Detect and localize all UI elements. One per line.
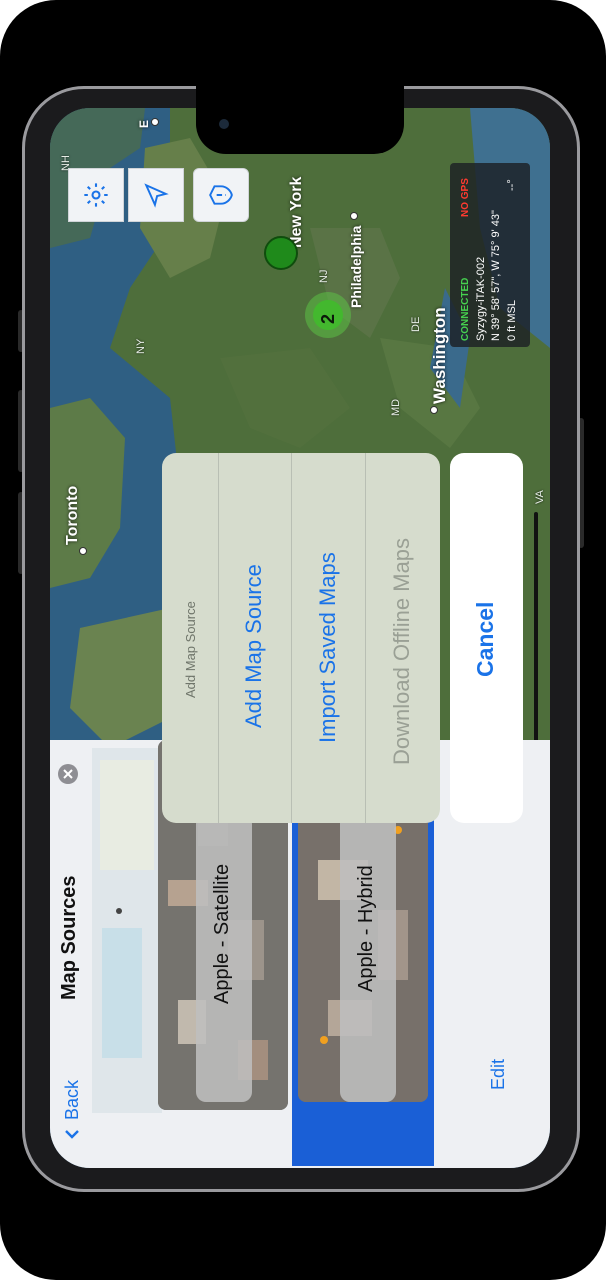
state-label: VA [534, 490, 546, 504]
app-screen: E NH NJ NY DE MD VA New York Philadelphi… [50, 108, 550, 1168]
cluster-marker[interactable]: 2 [305, 292, 351, 338]
phone-frame: E NH NJ NY DE MD VA New York Philadelphi… [0, 0, 606, 1280]
cluster-count: 2 [318, 313, 338, 324]
settings-button[interactable] [68, 168, 124, 222]
map-label-e: E [137, 119, 151, 128]
action-sheet-title-row: Add Map Source [162, 453, 219, 823]
action-sheet: Add Map Source Add Map Source Import Sav… [162, 453, 440, 823]
front-camera [219, 119, 229, 129]
cancel-label: Cancel [472, 601, 498, 677]
city-label-toronto: Toronto [64, 485, 81, 545]
source-label-card: Apple - Hybrid [340, 812, 396, 1102]
option-label: Download Offline Maps [389, 537, 414, 765]
coordinates: N 39° 58' 57", W 75° 9' 43" [490, 210, 502, 341]
close-icon [63, 769, 73, 779]
city-dot-washington [430, 406, 438, 414]
callsign: Syzygy-iTAK-002 [475, 256, 487, 341]
download-offline-maps-option[interactable]: Download Offline Maps [366, 453, 440, 823]
city-label-washington: Washington [430, 307, 449, 404]
map-scale-bar [534, 512, 538, 772]
state-label: NJ [318, 269, 330, 283]
heading-readout: --° [506, 179, 518, 191]
add-map-source-option[interactable]: Add Map Source [219, 453, 292, 823]
action-sheet-title: Add Map Source [183, 601, 198, 698]
self-location-marker[interactable] [264, 236, 298, 270]
state-label: NY [135, 338, 147, 354]
location-arrow-icon [144, 183, 169, 208]
locate-button[interactable] [128, 168, 184, 222]
city-dot-e [151, 118, 159, 126]
city-label-philadelphia: Philadelphia [348, 225, 364, 308]
city-dot-toronto [79, 547, 87, 555]
status-panel: CONNECTED NO GPS Syzygy-iTAK-002 N 39° 5… [450, 163, 530, 347]
alert-button[interactable] [193, 168, 249, 222]
state-label: DE [410, 316, 422, 332]
shield-alert-icon [209, 185, 233, 205]
back-label: Back [62, 1079, 82, 1120]
back-button[interactable]: Back [56, 1040, 88, 1150]
gps-status: NO GPS [460, 178, 471, 217]
import-saved-maps-option[interactable]: Import Saved Maps [292, 453, 366, 823]
map-source-label: Apple - Hybrid [355, 865, 377, 992]
gear-icon [84, 183, 108, 207]
city-dot-philadelphia [350, 212, 358, 220]
option-label: Import Saved Maps [315, 552, 340, 743]
panel-search-preview [92, 748, 162, 1113]
map-source-label: Apple - Satellite [211, 863, 233, 1004]
source-label-card: Apple - Satellite [196, 814, 252, 1102]
city-label-new-york: New York [288, 176, 305, 248]
screenshot-stage: E NH NJ NY DE MD VA New York Philadelphi… [0, 0, 606, 1280]
panel-title: Map Sources [58, 875, 80, 1000]
edit-button[interactable]: Edit [488, 1059, 509, 1090]
chevron-left-icon [65, 1130, 79, 1139]
close-button[interactable] [58, 764, 78, 784]
cancel-button[interactable]: Cancel [450, 453, 523, 823]
state-label: MD [390, 398, 402, 416]
altitude: 0 ft MSL [506, 300, 518, 341]
option-label: Add Map Source [241, 564, 266, 728]
connection-status: CONNECTED [460, 277, 471, 341]
